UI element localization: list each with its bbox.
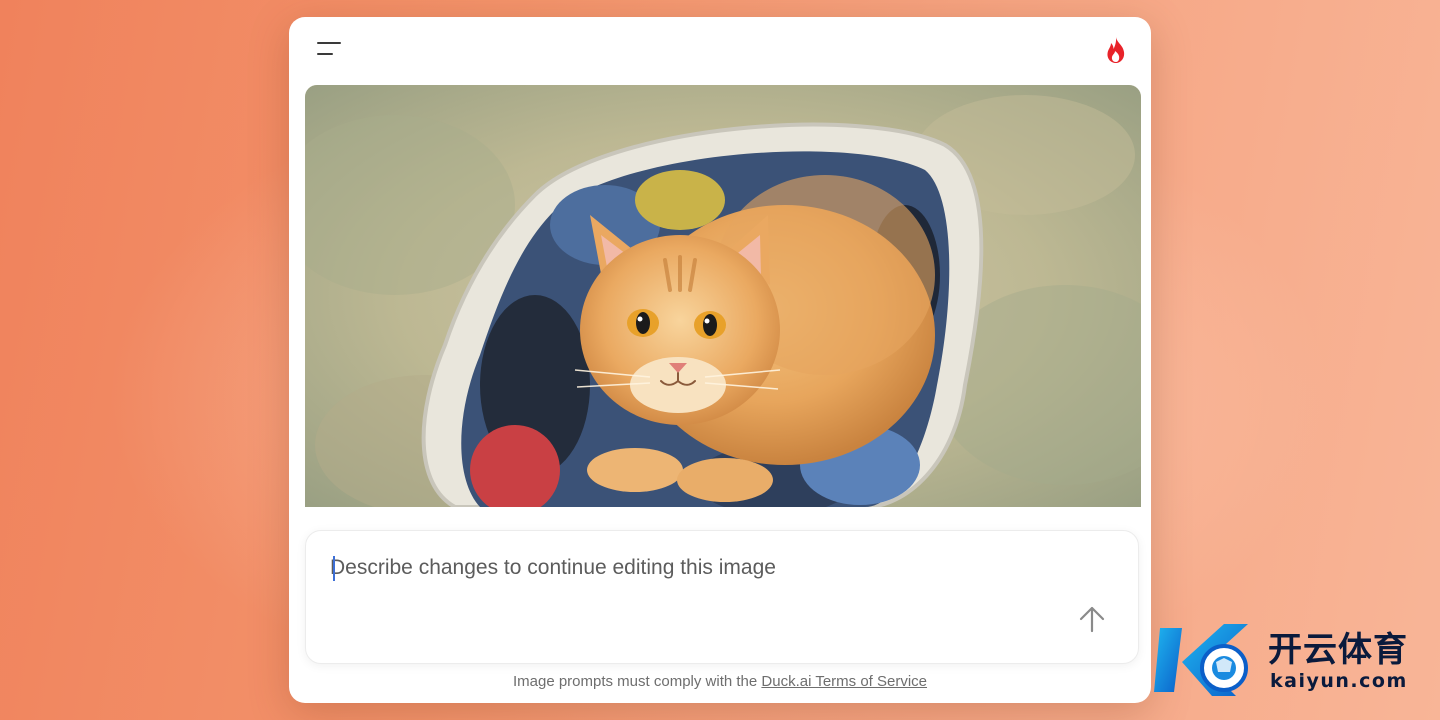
fire-icon [1107, 37, 1125, 63]
hamburger-menu-icon [317, 42, 341, 44]
footer-text: Image prompts must comply with the [512, 673, 758, 690]
prompt-box [305, 530, 1139, 664]
image-editor-panel: Image prompts must comply with the Duck.… [289, 17, 1151, 703]
menu-button[interactable] [313, 39, 343, 65]
cat-in-basket-illustration [305, 85, 1141, 507]
terms-of-service-link[interactable]: Duck.ai Terms of Service [761, 673, 927, 690]
fire-button[interactable] [1101, 35, 1131, 65]
text-caret [333, 556, 335, 581]
prompt-input[interactable] [330, 553, 1050, 583]
hamburger-menu-icon-line [317, 53, 333, 55]
arrow-up-icon [1079, 606, 1105, 633]
watermark-subtitle: kaiyun.com [1270, 670, 1408, 692]
generated-image[interactable] [305, 85, 1141, 507]
footer-note: Image prompts must comply with the Duck.… [289, 673, 1151, 690]
send-button[interactable] [1074, 601, 1110, 637]
kaiyun-logo-icon [1154, 624, 1248, 696]
watermark: 开云体育 kaiyun.com [1152, 618, 1432, 702]
watermark-title: 开云体育 [1268, 630, 1408, 670]
top-bar [289, 17, 1151, 85]
